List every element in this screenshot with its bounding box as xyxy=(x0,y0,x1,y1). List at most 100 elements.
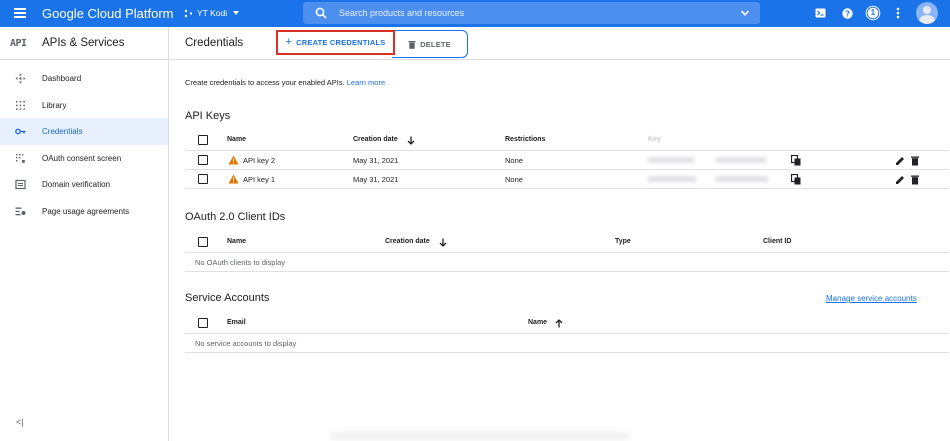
notifications-button[interactable]: 1 xyxy=(865,5,881,21)
terminal-icon xyxy=(815,8,825,18)
avatar[interactable] xyxy=(916,2,938,24)
delete-button[interactable]: DELETE xyxy=(392,30,468,58)
sidebar-item-label: OAuth consent screen xyxy=(42,153,122,163)
menu-icon[interactable] xyxy=(14,8,26,18)
row-checkbox[interactable] xyxy=(198,174,208,184)
redacted-key xyxy=(647,176,697,182)
column-name[interactable]: Name xyxy=(227,238,246,245)
warning-icon xyxy=(228,155,239,165)
brand-title[interactable]: Google Cloud Platform xyxy=(42,6,174,21)
restrictions: None xyxy=(505,156,523,165)
select-all-checkbox[interactable] xyxy=(198,318,208,328)
table-row[interactable]: API key 1 May 31, 2021 None xyxy=(185,170,949,189)
more-vert-icon xyxy=(896,7,900,19)
trash-icon[interactable] xyxy=(910,174,920,185)
table-header: Name Creation date Type Client ID xyxy=(185,233,949,253)
select-all-checkbox[interactable] xyxy=(198,135,208,145)
warning-icon xyxy=(228,174,239,184)
domain-icon xyxy=(15,179,26,190)
arrow-down-icon[interactable] xyxy=(407,136,415,145)
sidebar-item-label: Domain verification xyxy=(42,180,111,189)
sidebar-item-credentials[interactable]: Credentials xyxy=(0,118,168,145)
action-bar: Credentials DELETE + CREATE CREDENTIALS xyxy=(170,27,950,60)
sidebar-item-label: Page usage agreements xyxy=(42,206,130,216)
row-checkbox[interactable] xyxy=(198,155,208,165)
copy-icon[interactable] xyxy=(791,174,801,185)
select-all-checkbox[interactable] xyxy=(198,237,208,247)
service-accounts-table: Email Name No service accounts to displa… xyxy=(185,314,949,353)
api-keys-table: Name Creation date Restrictions Key API … xyxy=(185,131,949,189)
sidebar-header: API APIs & Services xyxy=(0,27,168,60)
intro-text: Create credentials to access your enable… xyxy=(185,78,385,87)
search-input[interactable] xyxy=(339,5,719,21)
column-client-id: Client ID xyxy=(763,238,792,245)
manage-service-accounts-link[interactable]: Manage service accounts xyxy=(826,294,917,303)
create-credentials-button[interactable]: + CREATE CREDENTIALS xyxy=(276,30,395,55)
main-content: Credentials DELETE + CREATE CREDENTIALS … xyxy=(170,27,950,441)
chevron-down-icon xyxy=(233,11,240,15)
arrow-up-icon[interactable] xyxy=(555,319,563,328)
column-restrictions: Restrictions xyxy=(505,136,546,143)
restrictions: None xyxy=(505,175,523,184)
column-type: Type xyxy=(615,238,631,245)
column-creation-date[interactable]: Creation date xyxy=(385,238,430,245)
sidebar-item-dashboard[interactable]: Dashboard xyxy=(0,65,168,92)
edit-icon[interactable] xyxy=(895,174,905,185)
plus-icon: + xyxy=(285,36,293,48)
table-header: Name Creation date Restrictions Key xyxy=(185,131,949,151)
redacted-key xyxy=(647,157,695,163)
page-title: Credentials xyxy=(185,37,244,49)
trash-icon xyxy=(408,40,416,49)
delete-label: DELETE xyxy=(420,39,451,49)
search-icon xyxy=(315,7,327,19)
bottom-shadow xyxy=(330,432,630,440)
learn-more-link[interactable]: Learn more xyxy=(347,78,385,87)
sidebar-item-library[interactable]: Library xyxy=(0,92,168,119)
help-button[interactable]: ? xyxy=(841,6,853,20)
more-options-button[interactable] xyxy=(894,6,902,20)
search-bar[interactable] xyxy=(303,2,760,24)
search-expand-icon[interactable] xyxy=(740,8,750,18)
column-creation-date[interactable]: Creation date xyxy=(353,136,398,143)
consent-icon xyxy=(16,153,25,163)
avatar-body-shape xyxy=(919,15,935,24)
redacted-key xyxy=(715,157,767,163)
column-name[interactable]: Name xyxy=(528,319,547,326)
sidebar-item-oauth-consent[interactable]: OAuth consent screen xyxy=(0,145,168,172)
svg-text:?: ? xyxy=(845,9,850,18)
table-row[interactable]: API key 2 May 31, 2021 None xyxy=(185,151,949,170)
sidebar-nav: Dashboard Library Credentials OAuth cons… xyxy=(0,65,168,224)
api-key-name[interactable]: API key 1 xyxy=(243,175,275,184)
project-dots-icon xyxy=(184,9,193,17)
api-keys-title: API Keys xyxy=(185,110,231,122)
collapse-sidebar-button[interactable]: <| xyxy=(16,417,24,427)
trash-icon[interactable] xyxy=(910,155,920,166)
edit-icon[interactable] xyxy=(895,155,905,166)
empty-message: No OAuth clients to display xyxy=(195,258,286,267)
column-email[interactable]: Email xyxy=(227,319,246,326)
empty-message: No service accounts to display xyxy=(195,339,297,348)
sidebar-item-domain-verification[interactable]: Domain verification xyxy=(0,171,168,198)
sidebar-item-label: Credentials xyxy=(42,127,83,136)
column-name[interactable]: Name xyxy=(227,136,246,143)
sidebar-item-label: Library xyxy=(42,100,67,110)
api-logo: API xyxy=(10,38,27,49)
project-selector[interactable]: YT Kodi xyxy=(184,8,240,18)
intro-description: Create credentials to access your enable… xyxy=(185,78,345,87)
sidebar: API APIs & Services Dashboard Library Cr… xyxy=(0,27,169,441)
settings-list-icon xyxy=(15,207,26,215)
cloud-shell-button[interactable] xyxy=(814,6,826,20)
redacted-key xyxy=(715,176,769,182)
create-credentials-label: CREATE CREDENTIALS xyxy=(296,38,386,47)
oauth-title: OAuth 2.0 Client IDs xyxy=(185,211,286,223)
column-key: Key xyxy=(648,136,661,143)
copy-icon[interactable] xyxy=(791,155,801,166)
api-key-name[interactable]: API key 2 xyxy=(243,156,275,165)
dashboard-icon xyxy=(15,73,26,84)
avatar-head-shape xyxy=(923,6,931,14)
arrow-down-icon[interactable] xyxy=(439,238,447,247)
sidebar-item-page-usage-agreements[interactable]: Page usage agreements xyxy=(0,198,168,225)
creation-date: May 31, 2021 xyxy=(353,156,399,165)
sidebar-title[interactable]: APIs & Services xyxy=(42,37,124,49)
creation-date: May 31, 2021 xyxy=(353,175,399,184)
